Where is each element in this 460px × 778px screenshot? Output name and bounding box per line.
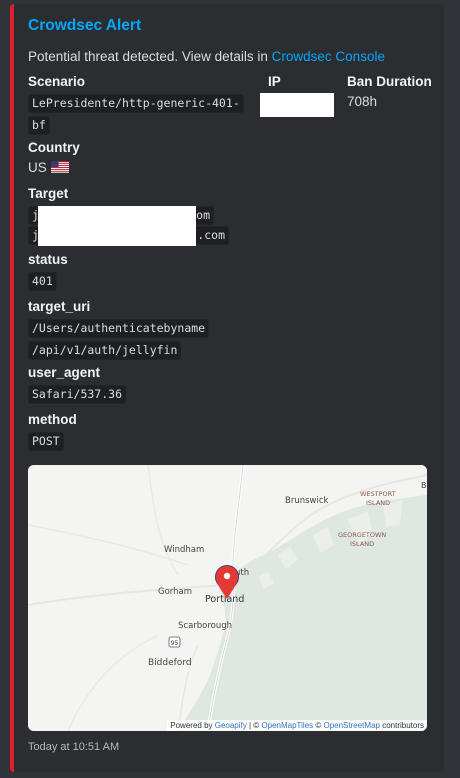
field-name-user-agent: user_agent — [28, 365, 101, 380]
openstreetmap-link[interactable]: OpenStreetMap — [323, 721, 379, 730]
field-value-country: US — [28, 160, 69, 175]
map-label-portland: Portland — [205, 594, 244, 605]
map-attribution: Powered by Geoapify | © OpenMapTiles © O… — [167, 720, 427, 731]
map-label-scarborough: Scarborough — [178, 621, 232, 631]
description-text: Potential threat detected. View details … — [28, 49, 272, 64]
field-value-status: 401 — [28, 272, 57, 291]
field-name-scenario: Scenario — [28, 74, 86, 89]
field-name-ip: IP — [268, 74, 281, 89]
field-name-target-uri: target_uri — [28, 299, 91, 314]
map-label-westport: WESTPORT — [360, 490, 396, 498]
map-label-georgetown: GEORGETOWN — [338, 531, 386, 539]
scenario-code-line1: LePresidente/http-generic-401- — [28, 94, 244, 113]
map-graphic: 95 Brunswick WESTPORT ISLAND GEORGETOWN … — [28, 465, 427, 731]
status-code: 401 — [28, 272, 57, 291]
user-agent-code: Safari/537.36 — [28, 385, 127, 404]
field-value-ip: 5 — [260, 93, 340, 117]
target-redaction-box — [38, 206, 196, 246]
us-flag-icon — [50, 161, 69, 173]
method-code: POST — [28, 432, 64, 451]
geoapify-link[interactable]: Geoapify — [215, 721, 247, 730]
field-value-user-agent: Safari/537.36 — [28, 385, 127, 404]
field-name-country: Country — [28, 140, 80, 155]
field-value-ban-duration: 708h — [347, 94, 378, 109]
map-label-highway: 95 — [171, 640, 179, 647]
openmaptiles-link[interactable]: OpenMapTiles — [261, 721, 313, 730]
map-label-westport-island: ISLAND — [366, 499, 390, 507]
field-name-target: Target — [28, 186, 69, 201]
field-value-target-uri: /Users/authenticatebyname /api/v1/auth/j… — [28, 319, 210, 360]
scenario-code-line2: bf — [28, 116, 50, 135]
map-label-edge: B — [421, 481, 427, 490]
ip-redaction-box — [260, 93, 334, 117]
embed-footer-timestamp: Today at 10:51 AM — [28, 741, 120, 753]
field-value-method: POST — [28, 432, 64, 451]
map-label-gorham: Gorham — [158, 587, 192, 597]
field-value-target: j om j .com — [28, 206, 229, 248]
location-map-image[interactable]: 95 Brunswick WESTPORT ISLAND GEORGETOWN … — [28, 465, 427, 731]
map-label-brunswick: Brunswick — [285, 496, 329, 506]
field-value-scenario: LePresidente/http-generic-401- bf — [28, 94, 244, 135]
target-uri-line1: /Users/authenticatebyname — [28, 319, 210, 338]
crowdsec-alert-embed: Crowdsec Alert Potential threat detected… — [10, 4, 444, 772]
map-label-biddeford: Biddeford — [148, 658, 192, 668]
field-name-ban-duration: Ban Duration — [347, 74, 432, 89]
embed-title[interactable]: Crowdsec Alert — [28, 17, 141, 35]
target-uri-line2: /api/v1/auth/jellyfin — [28, 341, 182, 360]
field-name-method: method — [28, 412, 77, 427]
embed-description: Potential threat detected. View details … — [28, 49, 385, 64]
field-name-status: status — [28, 252, 68, 267]
country-code: US — [28, 160, 47, 175]
map-label-georgetown-island: ISLAND — [350, 540, 374, 548]
map-label-windham: Windham — [164, 545, 204, 555]
crowdsec-console-link[interactable]: Crowdsec Console — [272, 49, 385, 64]
